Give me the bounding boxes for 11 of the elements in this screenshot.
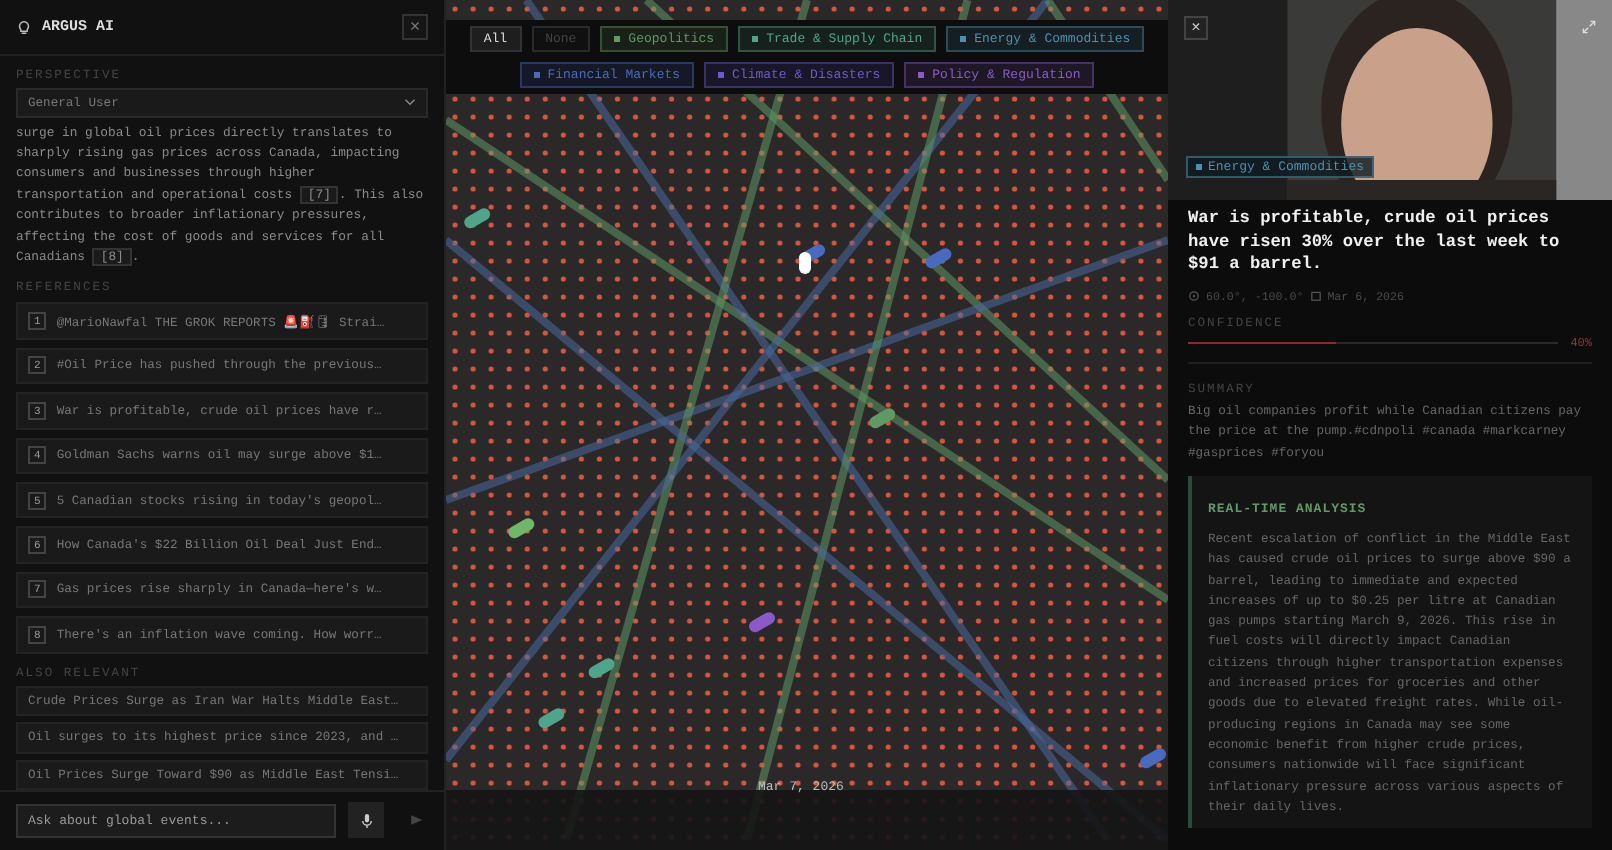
microphone-icon <box>359 811 373 829</box>
send-icon[interactable] <box>408 812 424 828</box>
expand-icon[interactable] <box>1582 20 1596 34</box>
chevron-icon <box>404 98 416 107</box>
close-button[interactable]: × <box>402 14 428 40</box>
location-icon <box>1188 290 1200 302</box>
lightbulb-icon <box>16 19 32 35</box>
event-title: War is profitable, crude oil prices have risen 30% over the last week to $91 a barrel. <box>1188 208 1562 277</box>
calendar-icon <box>1309 290 1322 302</box>
microphone-button[interactable] <box>348 802 384 838</box>
close-button[interactable]: × <box>1184 16 1208 40</box>
